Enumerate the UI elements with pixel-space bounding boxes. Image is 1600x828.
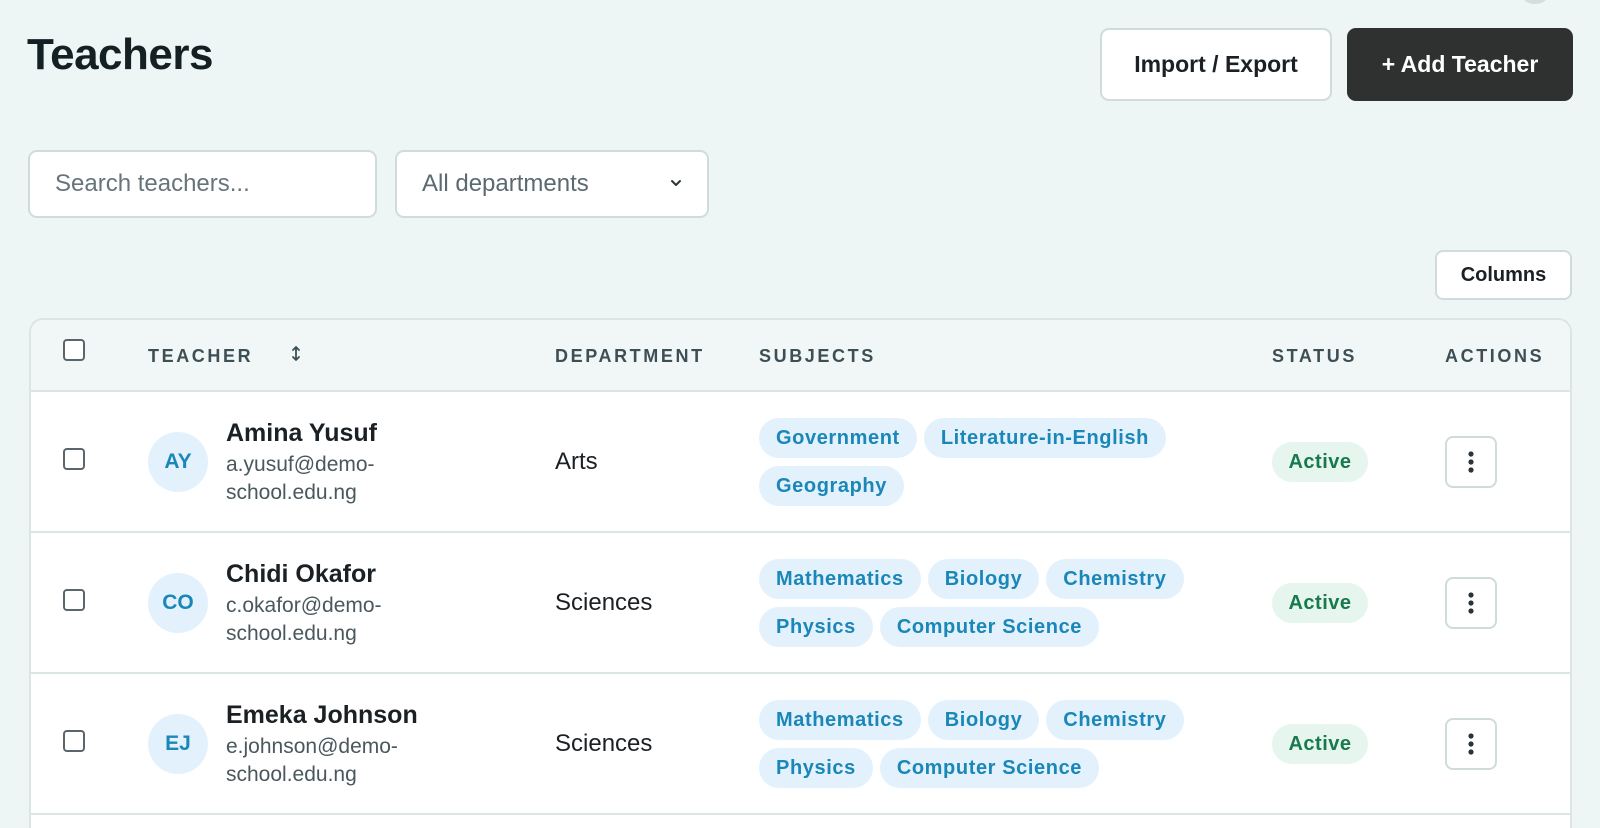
- column-header-actions: ACTIONS: [1445, 346, 1545, 366]
- sort-icon[interactable]: [290, 344, 302, 364]
- department-select[interactable]: All departments: [395, 150, 709, 218]
- chevron-down-icon: [671, 180, 681, 186]
- department-select-value: All departments: [422, 170, 589, 197]
- avatar: CO: [148, 573, 208, 633]
- column-header-teacher[interactable]: TEACHER: [148, 346, 253, 367]
- teacher-email: a.yusuf@demo-school.edu.ng: [226, 453, 375, 504]
- table-row[interactable]: CO Chidi Okafor c.okafor@demo-school.edu…: [31, 533, 1570, 674]
- subject-tag: Chemistry: [1046, 559, 1184, 599]
- table-row[interactable]: EJ Emeka Johnson e.johnson@demo-school.e…: [31, 674, 1570, 815]
- teacher-name[interactable]: Amina Yusuf: [226, 419, 377, 448]
- subject-tag: Mathematics: [759, 559, 921, 599]
- more-vertical-icon: [1468, 592, 1474, 614]
- page-title: Teachers: [27, 30, 213, 79]
- select-all-checkbox[interactable]: [63, 339, 85, 361]
- subject-tags: Mathematics Biology Chemistry Physics Co…: [759, 700, 1199, 788]
- row-checkbox[interactable]: [63, 730, 85, 752]
- avatar: AY: [148, 432, 208, 492]
- column-header-status: STATUS: [1272, 346, 1357, 366]
- subject-tags: Mathematics Biology Chemistry Physics Co…: [759, 559, 1199, 647]
- add-teacher-button[interactable]: + Add Teacher: [1347, 28, 1573, 101]
- status-badge: Active: [1272, 583, 1368, 623]
- subject-tag: Computer Science: [879, 748, 1100, 788]
- teacher-department: Sciences: [555, 730, 653, 757]
- teacher-name[interactable]: Emeka Johnson: [226, 701, 418, 730]
- columns-button[interactable]: Columns: [1435, 250, 1572, 300]
- subject-tag: Chemistry: [1046, 700, 1184, 740]
- subject-tag: Biology: [927, 700, 1040, 740]
- subject-tag: Government: [759, 418, 917, 458]
- row-actions-button[interactable]: [1445, 436, 1497, 488]
- column-header-department: DEPARTMENT: [555, 346, 705, 366]
- subject-tag: Biology: [927, 559, 1040, 599]
- table-header: TEACHER DEPARTMENT SUBJECTS STATUS ACTIO…: [31, 320, 1570, 392]
- teacher-email: c.okafor@demo-school.edu.ng: [226, 594, 382, 645]
- row-actions-button[interactable]: [1445, 718, 1497, 770]
- column-header-subjects: SUBJECTS: [759, 346, 876, 366]
- teacher-department: Arts: [555, 448, 598, 475]
- user-menu-avatar[interactable]: [1522, 0, 1548, 4]
- import-export-button[interactable]: Import / Export: [1100, 28, 1332, 101]
- teacher-department: Sciences: [555, 589, 653, 616]
- avatar: EJ: [148, 714, 208, 774]
- status-badge: Active: [1272, 724, 1368, 764]
- subject-tag: Computer Science: [879, 607, 1100, 647]
- subject-tag: Literature-in-English: [923, 418, 1166, 458]
- subject-tag: Physics: [759, 748, 873, 788]
- more-vertical-icon: [1468, 451, 1474, 473]
- subject-tag: Geography: [759, 466, 904, 506]
- row-checkbox[interactable]: [63, 589, 85, 611]
- subject-tag: Mathematics: [759, 700, 921, 740]
- teacher-name[interactable]: Chidi Okafor: [226, 560, 376, 589]
- search-input[interactable]: [28, 150, 377, 218]
- row-actions-button[interactable]: [1445, 577, 1497, 629]
- teacher-email: e.johnson@demo-school.edu.ng: [226, 735, 398, 786]
- teachers-table: TEACHER DEPARTMENT SUBJECTS STATUS ACTIO…: [29, 318, 1572, 828]
- subject-tag: Physics: [759, 607, 873, 647]
- row-checkbox[interactable]: [63, 448, 85, 470]
- subject-tags: Government Literature-in-English Geograp…: [759, 418, 1199, 506]
- more-vertical-icon: [1468, 733, 1474, 755]
- status-badge: Active: [1272, 442, 1368, 482]
- table-row[interactable]: AY Amina Yusuf a.yusuf@demo-school.edu.n…: [31, 392, 1570, 533]
